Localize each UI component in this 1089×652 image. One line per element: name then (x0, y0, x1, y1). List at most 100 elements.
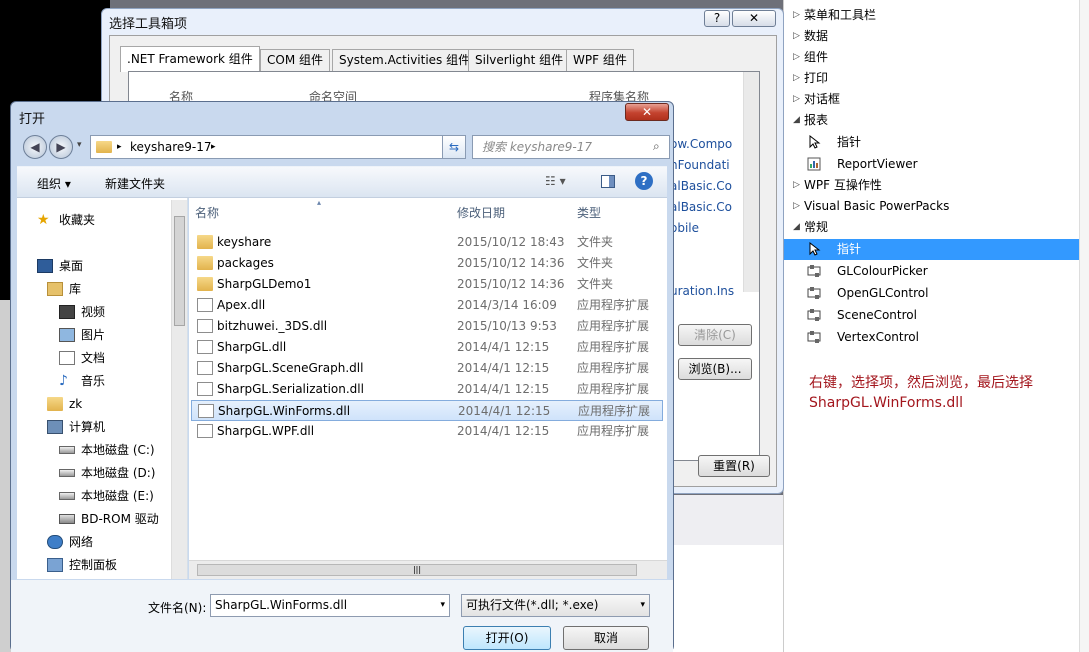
dll-file-icon (198, 404, 214, 418)
refresh-icon[interactable]: ⇆ (442, 135, 466, 159)
close-button[interactable]: ✕ (732, 10, 776, 27)
note-line-2: SharpGL.WinForms.dll (809, 395, 964, 411)
column-header-name[interactable]: 名称 (195, 204, 219, 221)
reset-button[interactable]: 重置(R) (698, 455, 770, 477)
browse-button[interactable]: 浏览(B)... (678, 358, 752, 380)
close-button[interactable]: ✕ (625, 103, 669, 121)
back-arrow-icon[interactable]: ◀ (23, 135, 47, 159)
search-input[interactable]: 搜索 keyshare9-17 (472, 135, 670, 159)
file-row[interactable]: SharpGL.WinForms.dll 2014/4/1 12:15 应用程序扩展 (191, 400, 663, 421)
help-button[interactable]: ? (704, 10, 730, 27)
address-bar[interactable]: ▸ keyshare9-17 ▸ ▾ (90, 135, 458, 159)
folder-icon (197, 256, 213, 270)
tab-wpf[interactable]: WPF 组件 (566, 49, 634, 71)
column-header-modified[interactable]: 修改日期 (457, 204, 505, 221)
toolbox-category-menus[interactable]: ▷ 菜单和工具栏 (784, 5, 1079, 26)
toolbox-item-pointer-selected[interactable]: 指针 (784, 239, 1079, 260)
file-row[interactable]: Apex.dll 2014/3/14 16:09 应用程序扩展 (191, 295, 663, 316)
toolbox-category-wpf-interop[interactable]: ▷ WPF 互操作性 (784, 175, 1079, 196)
open-button[interactable]: 打开(O) (463, 626, 551, 650)
tab-com[interactable]: COM 组件 (260, 49, 330, 71)
toolbox-item-pointer[interactable]: 指针 (784, 132, 1079, 153)
tab-system-activities[interactable]: System.Activities 组件 (332, 49, 478, 71)
file-name: SharpGL.WinForms.dll (218, 404, 351, 418)
filetype-select[interactable]: 可执行文件(*.dll; *.exe) ▾ (461, 594, 650, 617)
file-row[interactable]: SharpGL.dll 2014/4/1 12:15 应用程序扩展 (191, 337, 663, 358)
file-name: SharpGL.WPF.dll (217, 424, 315, 438)
breadcrumb-chevron-icon: ▸ (117, 142, 122, 152)
expand-arrow-icon: ▷ (793, 180, 800, 190)
file-type: 文件夹 (577, 256, 614, 270)
user-folder-icon (47, 397, 63, 411)
file-row[interactable]: SharpGL.Serialization.dll 2014/4/1 12:15 应… (191, 379, 663, 400)
expand-arrow-icon: ▷ (793, 94, 800, 104)
file-type: 应用程序扩展 (577, 361, 650, 375)
list-scrollbar[interactable] (743, 72, 759, 292)
tab-net-framework[interactable]: .NET Framework 组件 (120, 46, 260, 72)
toolbox-category-general[interactable]: ◢ 常规 (784, 217, 1079, 238)
toolbox-item-openglcontrol[interactable]: OpenGLControl (784, 283, 1079, 304)
file-name: SharpGL.dll (217, 340, 287, 354)
file-row[interactable]: SharpGL.WPF.dll 2014/4/1 12:15 应用程序扩展 (191, 421, 663, 442)
scrollbar-thumb[interactable] (174, 216, 185, 326)
toolbox-category-vb-powerpacks[interactable]: ▷ Visual Basic PowerPacks (784, 196, 1079, 217)
filename-input[interactable]: SharpGL.WinForms.dll ▾ (210, 594, 450, 617)
namespace-fragment: uration.Ins (670, 284, 734, 298)
view-options-icon[interactable]: ☷ ▾ (545, 174, 566, 188)
file-type: 应用程序扩展 (578, 404, 651, 418)
column-header-type[interactable]: 类型 (577, 204, 601, 221)
file-date: 2014/4/1 12:15 (457, 340, 550, 354)
horizontal-scrollbar[interactable]: ||| (189, 560, 667, 579)
file-name: SharpGL.Serialization.dll (217, 382, 364, 396)
organize-button[interactable]: 组织 ▾ (37, 175, 71, 192)
toolbox-item-scenecontrol[interactable]: SceneControl (784, 305, 1079, 326)
file-name: SharpGLDemo1 (217, 277, 312, 291)
dialog-footer: 文件名(N): SharpGL.WinForms.dll ▾ 可执行文件(*.dl… (11, 580, 673, 652)
toolbox-item-glcolourpicker[interactable]: GLColourPicker (784, 261, 1079, 282)
expand-arrow-icon: ▷ (793, 73, 800, 83)
clear-button[interactable]: 清除(C) (678, 324, 752, 346)
file-row[interactable]: SharpGL.SceneGraph.dll 2014/4/1 12:15 应用程序… (191, 358, 663, 379)
expand-arrow-icon: ▷ (793, 31, 800, 41)
toolbox-item-reportviewer[interactable]: ReportViewer (784, 154, 1079, 175)
dll-file-icon (197, 340, 213, 354)
toolbox-category-data[interactable]: ▷ 数据 (784, 26, 1079, 47)
collapse-arrow-icon: ◢ (793, 115, 800, 125)
file-date: 2015/10/13 9:53 (457, 319, 557, 333)
scrollbar-thumb[interactable]: ||| (197, 564, 637, 576)
dll-file-icon (197, 424, 213, 438)
file-date: 2014/4/1 12:15 (458, 404, 551, 418)
toolbox-category-components[interactable]: ▷ 组件 (784, 47, 1079, 68)
toolbox-item-vertexcontrol[interactable]: VertexControl (784, 327, 1079, 348)
nav-scrollbar[interactable] (171, 200, 187, 579)
toolbox-category-dialogs[interactable]: ▷ 对话框 (784, 89, 1079, 110)
history-dropdown-icon[interactable]: ▾ (77, 140, 82, 150)
pointer-icon (809, 135, 821, 149)
filename-label: 文件名(N): (148, 601, 207, 615)
toolbox-category-reports[interactable]: ◢ 报表 (784, 110, 1079, 131)
navigation-bar: ◀ ▶ ▾ ▸ keyshare9-17 ▸ ▾ ⇆ 搜索 keyshare9-… (19, 132, 670, 162)
new-folder-button[interactable]: 新建文件夹 (105, 175, 165, 192)
file-name: SharpGL.SceneGraph.dll (217, 361, 364, 375)
toolbox-category-printing[interactable]: ▷ 打印 (784, 68, 1079, 89)
cancel-button[interactable]: 取消 (563, 626, 649, 650)
preview-pane-icon[interactable] (601, 175, 615, 188)
help-icon[interactable]: ? (635, 172, 653, 190)
picture-icon (59, 328, 75, 342)
file-type: 应用程序扩展 (577, 424, 650, 438)
address-path: keyshare9-17 (130, 140, 212, 154)
drive-icon (59, 492, 75, 500)
forward-arrow-icon[interactable]: ▶ (49, 135, 73, 159)
folder-icon (96, 141, 112, 153)
right-edge-strip (1079, 0, 1089, 652)
file-date: 2015/10/12 14:36 (457, 277, 565, 291)
file-row[interactable]: keyshare 2015/10/12 18:43 文件夹 (191, 232, 663, 253)
report-viewer-icon (807, 157, 821, 171)
note-line-1: 右键，选择项，然后浏览，最后选择 (809, 375, 1033, 391)
file-row[interactable]: packages 2015/10/12 14:36 文件夹 (191, 253, 663, 274)
file-row[interactable]: bitzhuwei._3DS.dll 2015/10/13 9:53 应用程序扩展 (191, 316, 663, 337)
file-row[interactable]: SharpGLDemo1 2015/10/12 14:36 文件夹 (191, 274, 663, 295)
chevron-down-icon[interactable]: ▾ (440, 595, 445, 616)
network-icon (47, 535, 63, 549)
tab-silverlight[interactable]: Silverlight 组件 (468, 49, 571, 71)
